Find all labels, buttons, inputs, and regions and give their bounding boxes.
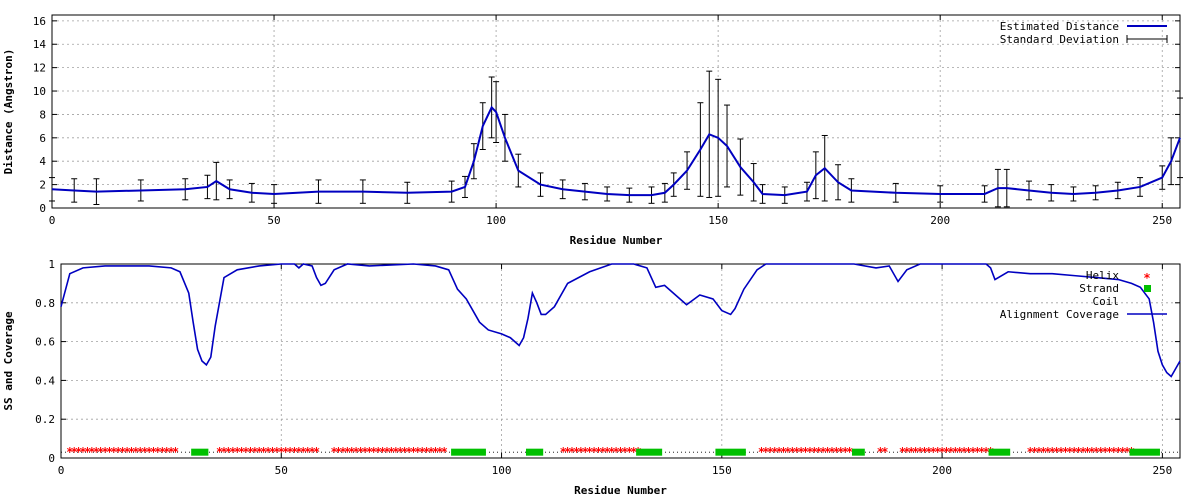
y-tick-label: 10: [33, 85, 46, 98]
helix-marker: *: [172, 445, 179, 459]
x-tick-label: 200: [930, 214, 950, 227]
y-tick-label: 6: [39, 132, 46, 145]
y-tick-label: 0: [48, 452, 55, 465]
y-tick-label: 4: [39, 155, 46, 168]
y-tick-label: 0: [39, 202, 46, 215]
x-tick-label: 150: [708, 214, 728, 227]
y-tick-label: 8: [39, 108, 46, 121]
strand-marker: [851, 448, 865, 456]
legend-label-alignment-coverage: Alignment Coverage: [1000, 308, 1119, 321]
legend-label-strand: Strand: [1079, 282, 1119, 295]
strand-marker: [1129, 448, 1160, 456]
legend-swatch-strand: [1144, 285, 1151, 292]
x-tick-label: 200: [932, 464, 952, 477]
helix-marker: *: [441, 445, 448, 459]
strand-marker: [988, 448, 1011, 456]
legend-label-standard-deviation: Standard Deviation: [1000, 33, 1119, 46]
y-tick-label: 0.6: [35, 336, 55, 349]
legend-label-coil: Coil: [1093, 295, 1120, 308]
strand-marker: [191, 448, 209, 456]
y-tick-label: 1: [48, 258, 55, 271]
legend-label-estimated-distance: Estimated Distance: [1000, 20, 1119, 33]
strand-marker: [715, 448, 746, 456]
x-tick-label: 100: [492, 464, 512, 477]
y-tick-label: 12: [33, 62, 46, 75]
y-tick-label: 0.2: [35, 413, 55, 426]
x-tick-label: 0: [58, 464, 65, 477]
x-axis-label: Residue Number: [574, 484, 667, 497]
y-tick-label: 16: [33, 15, 46, 28]
x-tick-label: 150: [712, 464, 732, 477]
distance-chart: 0 50 100 150 200 250 0 2 4 6 8 10 12 14 16 Residue Numb…: [2, 14, 1183, 247]
x-tick-label: 50: [275, 464, 288, 477]
strand-marker: [636, 448, 663, 456]
y-axis-label: Distance (Angstron): [2, 49, 15, 175]
ss-coverage-chart: 0 50 100 150 200 250 0 0.2 0.4 0.6 0.8 1 Residue Num…: [2, 258, 1181, 497]
plot-frame: [60, 263, 1181, 459]
x-axis-label: Residue Number: [570, 234, 663, 247]
x-tick-label: 0: [49, 214, 56, 227]
x-tick-label: 50: [267, 214, 280, 227]
helix-marker: *: [881, 445, 888, 459]
charts-canvas: 0 50 100 150 200 2500246810121416Residue Numb…: [2, 14, 1183, 497]
helix-marker: *: [313, 445, 320, 459]
series-estimated-distance-line: [51, 105, 1181, 197]
legend-swatch-helix: *: [1143, 271, 1150, 285]
y-axis-label: SS and Coverage: [2, 311, 15, 411]
y-tick-label: 14: [33, 38, 47, 51]
x-tick-label: 250: [1152, 214, 1172, 227]
y-tick-label: 0.4: [35, 374, 55, 387]
legend-label-helix: Helix: [1086, 269, 1119, 282]
y-tick-label: 2: [39, 179, 46, 192]
y-tick-label: 0.8: [35, 297, 55, 310]
x-tick-label: 100: [486, 214, 506, 227]
strand-marker: [525, 448, 544, 456]
x-tick-label: 250: [1152, 464, 1172, 477]
strand-marker: [451, 448, 486, 456]
